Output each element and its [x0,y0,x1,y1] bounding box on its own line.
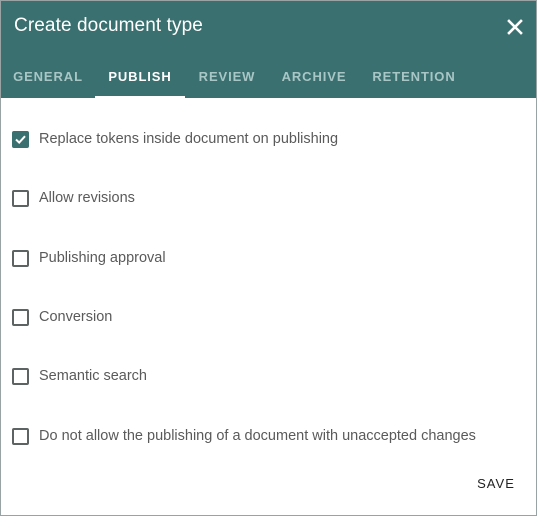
allow-revisions-checkbox[interactable] [12,189,29,207]
active-tab-indicator [95,96,185,98]
close-icon [507,19,523,35]
unaccepted-changes-checkbox[interactable] [12,427,29,445]
semantic-search-checkbox[interactable] [12,367,29,385]
option-replace-tokens[interactable]: Replace tokens inside document on publis… [12,128,338,150]
option-conversion[interactable]: Conversion [12,306,112,328]
close-button[interactable] [501,13,529,41]
option-semantic-search[interactable]: Semantic search [12,365,147,387]
tab-review[interactable]: REVIEW [185,57,269,98]
tab-general[interactable]: GENERAL [1,57,95,98]
save-button[interactable]: SAVE [467,471,525,497]
dialog-header: Create document type GENERAL PUBLISH REV… [1,1,536,98]
option-unaccepted-changes[interactable]: Do not allow the publishing of a documen… [12,425,476,447]
checkmark-icon [15,135,26,144]
publishing-approval-checkbox[interactable] [12,249,29,267]
option-label: Do not allow the publishing of a documen… [39,428,476,444]
tab-bar: GENERAL PUBLISH REVIEW ARCHIVE RETENTION [1,57,536,98]
option-allow-revisions[interactable]: Allow revisions [12,187,135,209]
option-label: Replace tokens inside document on publis… [39,131,339,147]
tab-publish[interactable]: PUBLISH [95,57,185,98]
tab-retention[interactable]: RETENTION [359,57,469,98]
dialog-title: Create document type [14,15,203,36]
option-label: Semantic search [39,368,147,384]
replace-tokens-checkbox[interactable] [12,130,29,148]
tab-archive[interactable]: ARCHIVE [269,57,359,98]
option-publishing-approval[interactable]: Publishing approval [12,247,166,269]
conversion-checkbox[interactable] [12,308,29,326]
option-label: Publishing approval [39,250,166,266]
create-document-type-dialog: Create document type GENERAL PUBLISH REV… [0,0,537,516]
option-label: Allow revisions [39,190,135,206]
option-label: Conversion [39,309,113,325]
